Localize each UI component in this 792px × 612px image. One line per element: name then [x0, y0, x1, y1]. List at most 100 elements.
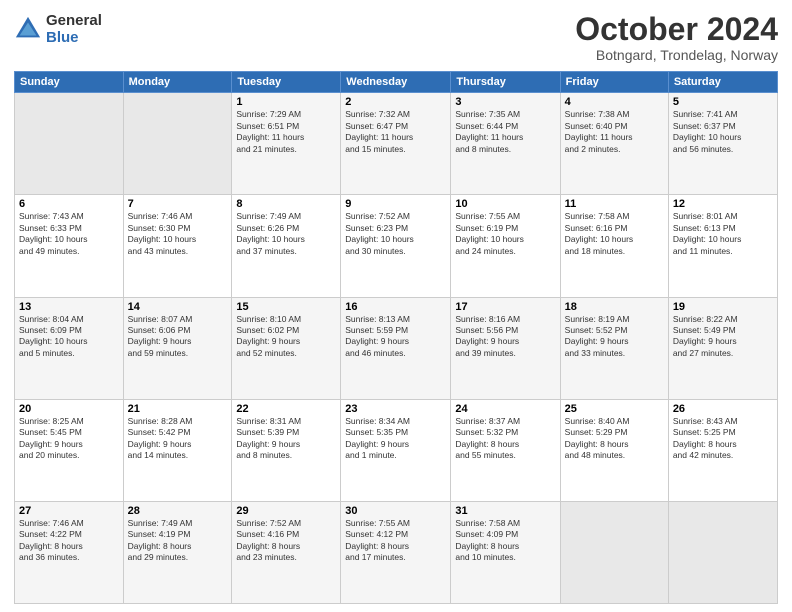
table-row: 26Sunrise: 8:43 AM Sunset: 5:25 PM Dayli… [668, 399, 777, 501]
day-info: Sunrise: 8:25 AM Sunset: 5:45 PM Dayligh… [19, 416, 119, 462]
table-row: 30Sunrise: 7:55 AM Sunset: 4:12 PM Dayli… [341, 501, 451, 603]
table-row: 24Sunrise: 8:37 AM Sunset: 5:32 PM Dayli… [451, 399, 560, 501]
day-info: Sunrise: 7:49 AM Sunset: 4:19 PM Dayligh… [128, 518, 228, 564]
table-row: 4Sunrise: 7:38 AM Sunset: 6:40 PM Daylig… [560, 93, 668, 195]
table-row: 3Sunrise: 7:35 AM Sunset: 6:44 PM Daylig… [451, 93, 560, 195]
header-tuesday: Tuesday [232, 72, 341, 93]
table-row: 11Sunrise: 7:58 AM Sunset: 6:16 PM Dayli… [560, 195, 668, 297]
day-number: 4 [565, 96, 664, 108]
table-row: 9Sunrise: 7:52 AM Sunset: 6:23 PM Daylig… [341, 195, 451, 297]
table-row: 12Sunrise: 8:01 AM Sunset: 6:13 PM Dayli… [668, 195, 777, 297]
day-info: Sunrise: 7:46 AM Sunset: 4:22 PM Dayligh… [19, 518, 119, 564]
day-info: Sunrise: 8:19 AM Sunset: 5:52 PM Dayligh… [565, 314, 664, 360]
table-row [560, 501, 668, 603]
day-number: 18 [565, 301, 664, 313]
table-row: 22Sunrise: 8:31 AM Sunset: 5:39 PM Dayli… [232, 399, 341, 501]
logo-icon [14, 15, 42, 43]
table-row: 17Sunrise: 8:16 AM Sunset: 5:56 PM Dayli… [451, 297, 560, 399]
table-row: 8Sunrise: 7:49 AM Sunset: 6:26 PM Daylig… [232, 195, 341, 297]
table-row: 16Sunrise: 8:13 AM Sunset: 5:59 PM Dayli… [341, 297, 451, 399]
day-number: 2 [345, 96, 446, 108]
table-row: 5Sunrise: 7:41 AM Sunset: 6:37 PM Daylig… [668, 93, 777, 195]
day-number: 26 [673, 403, 773, 415]
day-number: 6 [19, 198, 119, 210]
header-sunday: Sunday [15, 72, 124, 93]
day-info: Sunrise: 8:16 AM Sunset: 5:56 PM Dayligh… [455, 314, 555, 360]
table-row: 23Sunrise: 8:34 AM Sunset: 5:35 PM Dayli… [341, 399, 451, 501]
day-number: 10 [455, 198, 555, 210]
day-number: 1 [236, 96, 336, 108]
day-info: Sunrise: 8:13 AM Sunset: 5:59 PM Dayligh… [345, 314, 446, 360]
day-info: Sunrise: 8:43 AM Sunset: 5:25 PM Dayligh… [673, 416, 773, 462]
day-number: 30 [345, 505, 446, 517]
table-row: 10Sunrise: 7:55 AM Sunset: 6:19 PM Dayli… [451, 195, 560, 297]
day-info: Sunrise: 7:41 AM Sunset: 6:37 PM Dayligh… [673, 109, 773, 155]
table-row [123, 93, 232, 195]
table-row [668, 501, 777, 603]
table-row [15, 93, 124, 195]
header-saturday: Saturday [668, 72, 777, 93]
day-info: Sunrise: 7:52 AM Sunset: 4:16 PM Dayligh… [236, 518, 336, 564]
table-row: 20Sunrise: 8:25 AM Sunset: 5:45 PM Dayli… [15, 399, 124, 501]
header-thursday: Thursday [451, 72, 560, 93]
day-info: Sunrise: 8:04 AM Sunset: 6:09 PM Dayligh… [19, 314, 119, 360]
header-wednesday: Wednesday [341, 72, 451, 93]
day-number: 17 [455, 301, 555, 313]
table-row: 25Sunrise: 8:40 AM Sunset: 5:29 PM Dayli… [560, 399, 668, 501]
table-row: 18Sunrise: 8:19 AM Sunset: 5:52 PM Dayli… [560, 297, 668, 399]
day-number: 22 [236, 403, 336, 415]
day-number: 3 [455, 96, 555, 108]
day-info: Sunrise: 7:29 AM Sunset: 6:51 PM Dayligh… [236, 109, 336, 155]
calendar-table: Sunday Monday Tuesday Wednesday Thursday… [14, 71, 778, 604]
day-number: 11 [565, 198, 664, 210]
day-number: 24 [455, 403, 555, 415]
day-info: Sunrise: 7:52 AM Sunset: 6:23 PM Dayligh… [345, 211, 446, 257]
day-info: Sunrise: 8:10 AM Sunset: 6:02 PM Dayligh… [236, 314, 336, 360]
table-row: 27Sunrise: 7:46 AM Sunset: 4:22 PM Dayli… [15, 501, 124, 603]
logo: General Blue [14, 12, 102, 46]
table-row: 6Sunrise: 7:43 AM Sunset: 6:33 PM Daylig… [15, 195, 124, 297]
day-info: Sunrise: 7:55 AM Sunset: 4:12 PM Dayligh… [345, 518, 446, 564]
day-number: 21 [128, 403, 228, 415]
table-row: 14Sunrise: 8:07 AM Sunset: 6:06 PM Dayli… [123, 297, 232, 399]
day-info: Sunrise: 7:58 AM Sunset: 4:09 PM Dayligh… [455, 518, 555, 564]
day-info: Sunrise: 7:43 AM Sunset: 6:33 PM Dayligh… [19, 211, 119, 257]
day-number: 5 [673, 96, 773, 108]
day-info: Sunrise: 7:49 AM Sunset: 6:26 PM Dayligh… [236, 211, 336, 257]
main-title: October 2024 [575, 12, 778, 47]
day-info: Sunrise: 8:01 AM Sunset: 6:13 PM Dayligh… [673, 211, 773, 257]
day-number: 29 [236, 505, 336, 517]
day-number: 23 [345, 403, 446, 415]
title-block: October 2024 Botngard, Trondelag, Norway [575, 12, 778, 63]
day-info: Sunrise: 7:32 AM Sunset: 6:47 PM Dayligh… [345, 109, 446, 155]
day-info: Sunrise: 8:40 AM Sunset: 5:29 PM Dayligh… [565, 416, 664, 462]
day-number: 9 [345, 198, 446, 210]
day-number: 19 [673, 301, 773, 313]
page-header: General Blue October 2024 Botngard, Tron… [14, 12, 778, 63]
day-number: 27 [19, 505, 119, 517]
day-number: 31 [455, 505, 555, 517]
calendar-header-row: Sunday Monday Tuesday Wednesday Thursday… [15, 72, 778, 93]
day-info: Sunrise: 7:58 AM Sunset: 6:16 PM Dayligh… [565, 211, 664, 257]
day-info: Sunrise: 8:28 AM Sunset: 5:42 PM Dayligh… [128, 416, 228, 462]
header-monday: Monday [123, 72, 232, 93]
day-info: Sunrise: 8:31 AM Sunset: 5:39 PM Dayligh… [236, 416, 336, 462]
header-friday: Friday [560, 72, 668, 93]
day-number: 25 [565, 403, 664, 415]
table-row: 28Sunrise: 7:49 AM Sunset: 4:19 PM Dayli… [123, 501, 232, 603]
day-number: 15 [236, 301, 336, 313]
day-info: Sunrise: 7:38 AM Sunset: 6:40 PM Dayligh… [565, 109, 664, 155]
day-number: 14 [128, 301, 228, 313]
day-info: Sunrise: 7:35 AM Sunset: 6:44 PM Dayligh… [455, 109, 555, 155]
day-number: 7 [128, 198, 228, 210]
table-row: 2Sunrise: 7:32 AM Sunset: 6:47 PM Daylig… [341, 93, 451, 195]
day-number: 28 [128, 505, 228, 517]
table-row: 19Sunrise: 8:22 AM Sunset: 5:49 PM Dayli… [668, 297, 777, 399]
day-number: 12 [673, 198, 773, 210]
table-row: 13Sunrise: 8:04 AM Sunset: 6:09 PM Dayli… [15, 297, 124, 399]
table-row: 7Sunrise: 7:46 AM Sunset: 6:30 PM Daylig… [123, 195, 232, 297]
day-number: 20 [19, 403, 119, 415]
day-number: 8 [236, 198, 336, 210]
day-number: 13 [19, 301, 119, 313]
day-info: Sunrise: 8:07 AM Sunset: 6:06 PM Dayligh… [128, 314, 228, 360]
